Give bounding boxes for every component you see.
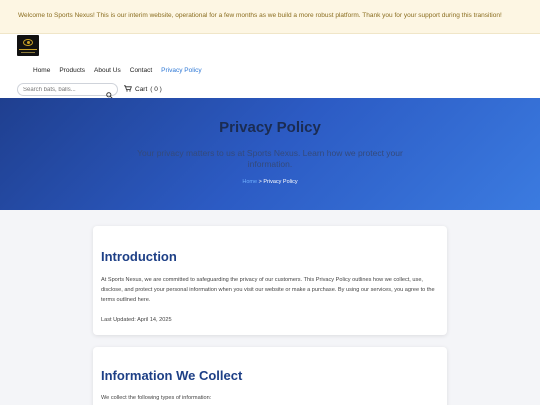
cart-icon — [124, 85, 132, 94]
search-input[interactable] — [23, 86, 105, 94]
main-nav: Home Products About Us Contact Privacy P… — [33, 67, 202, 74]
section-body: At Sports Nexus, we are committed to saf… — [101, 277, 435, 303]
cart-count: ( 0 ) — [150, 86, 162, 93]
site-header: Home Products About Us Contact Privacy P… — [0, 34, 540, 99]
breadcrumb-home[interactable]: Home — [242, 179, 257, 185]
nav-about-us[interactable]: About Us — [94, 67, 121, 74]
cart-label: Cart — [135, 86, 148, 93]
breadcrumb-current: Privacy Policy — [263, 179, 298, 185]
announcement-bar: Welcome to Sports Nexus! This is our int… — [0, 0, 540, 34]
cart-button[interactable]: Cart ( 0 ) — [124, 85, 162, 94]
last-updated-text: Last Updated: April 14, 2025 — [101, 317, 172, 323]
nav-home[interactable]: Home — [33, 67, 50, 74]
nav-privacy-policy[interactable]: Privacy Policy — [161, 67, 201, 74]
page-title: Privacy Policy — [219, 119, 321, 136]
logo[interactable] — [17, 35, 39, 56]
hero-subtitle: Your privacy matters to us at Sports Nex… — [137, 148, 403, 169]
search-box — [17, 83, 118, 99]
hero-banner: Privacy Policy Your privacy matters to u… — [0, 98, 540, 210]
nav-products[interactable]: Products — [59, 67, 85, 74]
section-heading: Introduction — [101, 249, 177, 264]
announcement-text: Welcome to Sports Nexus! This is our int… — [18, 12, 502, 19]
nav-contact[interactable]: Contact — [130, 67, 152, 74]
section-body: We collect the following types of inform… — [101, 395, 212, 401]
section-card-information-we-collect: Information We Collect We collect the fo… — [93, 347, 447, 405]
section-heading: Information We Collect — [101, 368, 243, 383]
section-card-introduction: Introduction At Sports Nexus, we are com… — [93, 226, 447, 335]
breadcrumb: Home > Privacy Policy — [0, 179, 540, 185]
